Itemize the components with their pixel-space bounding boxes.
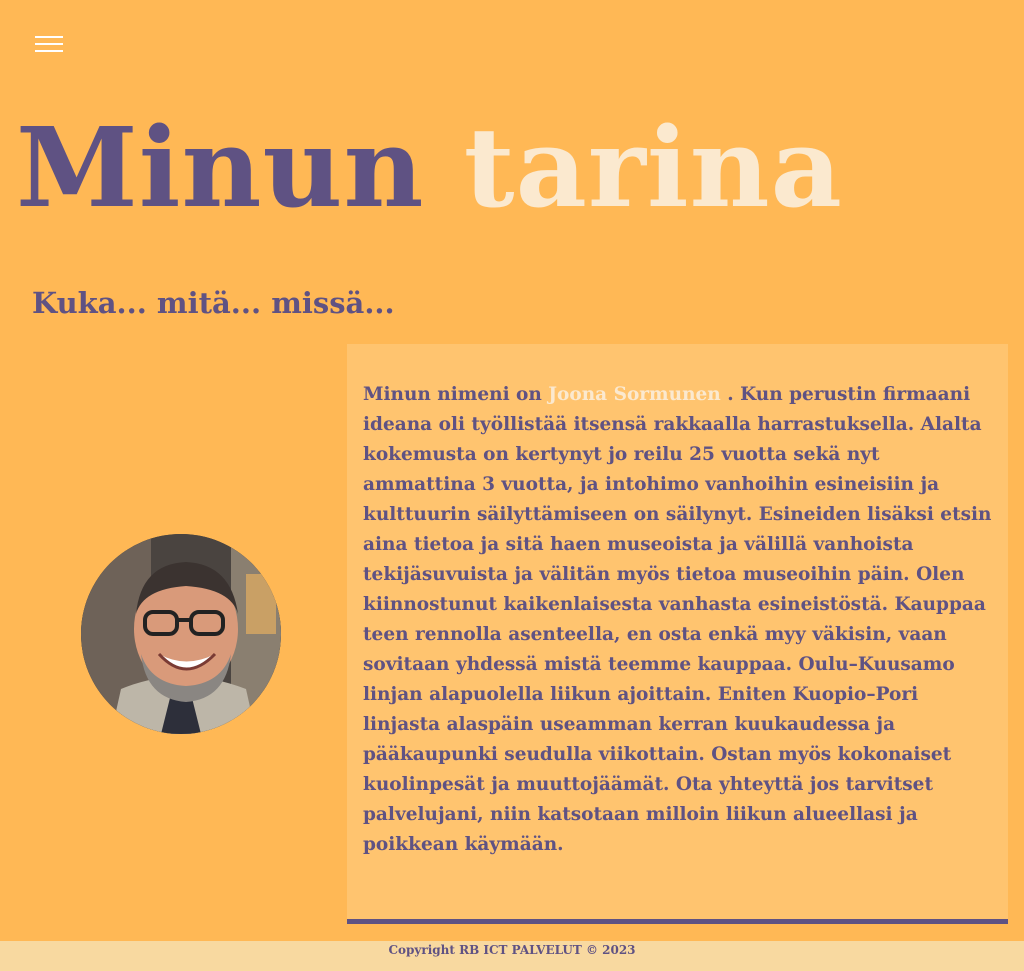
copyright-text: Copyright RB ICT PALVELUT © 2023 (388, 943, 636, 957)
title-part-tarina: tarina (463, 103, 843, 232)
bio-card: Minun nimeni on Joona Sormunen . Kun per… (347, 344, 1008, 924)
bio-paragraph: Minun nimeni on Joona Sormunen . Kun per… (363, 380, 992, 860)
menu-bar (35, 43, 63, 45)
page-title: Minun tarina (16, 98, 843, 238)
page-subtitle: Kuka... mitä... missä... (32, 286, 395, 320)
name-link[interactable]: Joona Sormunen (548, 384, 720, 405)
avatar (81, 534, 281, 734)
portrait-image (81, 534, 281, 734)
title-part-minun: Minun (16, 103, 425, 232)
menu-bar (35, 36, 63, 38)
footer: Copyright RB ICT PALVELUT © 2023 (0, 941, 1024, 971)
menu-button[interactable] (35, 34, 63, 54)
bio-intro: Minun nimeni on (363, 384, 542, 405)
menu-bar (35, 50, 63, 52)
bio-body: . Kun perustin firmaani ideana oli työll… (363, 384, 992, 855)
